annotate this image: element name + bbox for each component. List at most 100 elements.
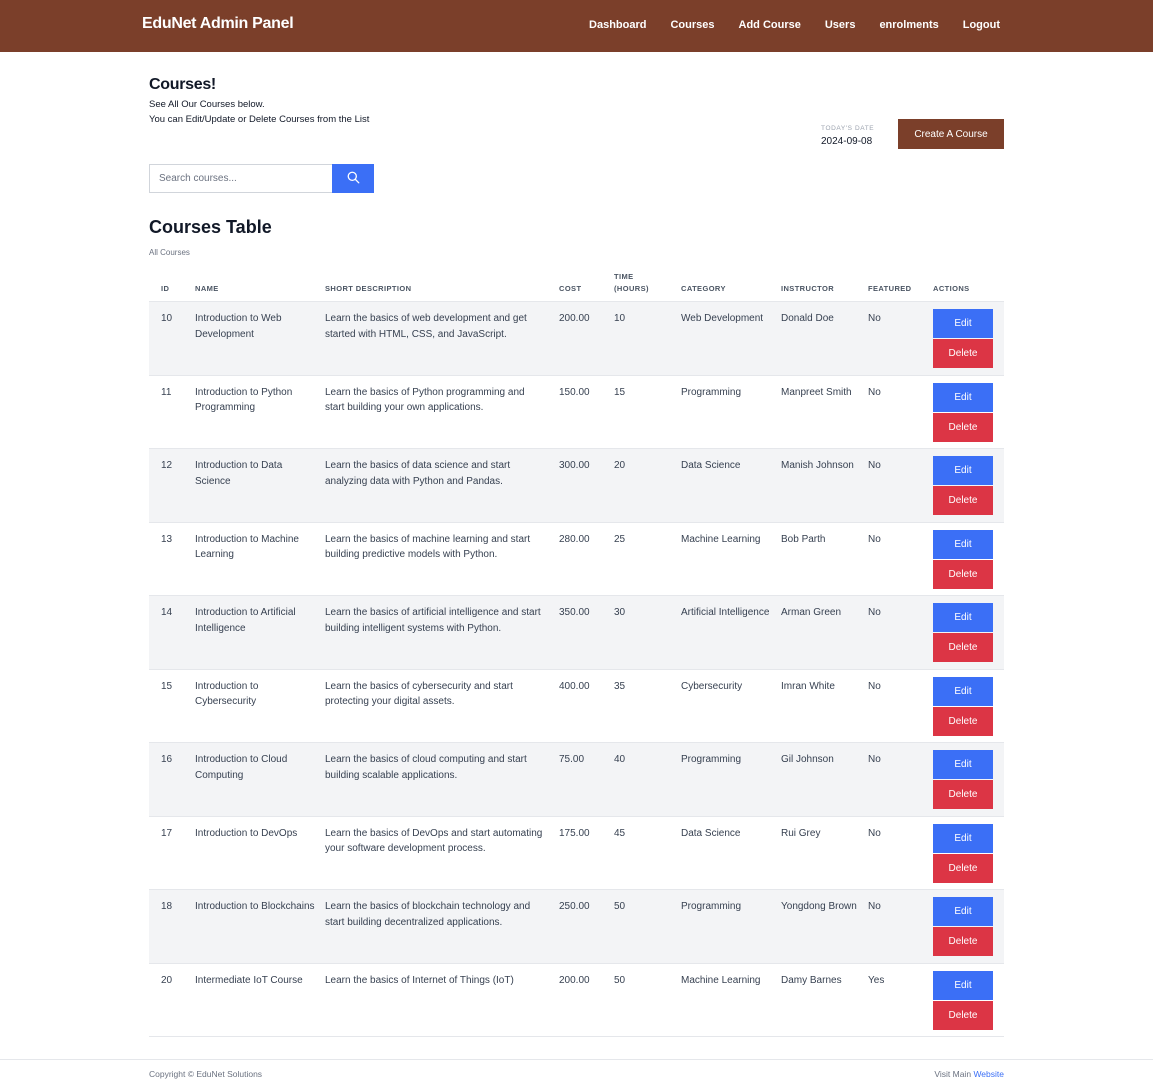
- table-row: 15 Introduction to Cybersecurity Learn t…: [149, 669, 1004, 743]
- table-row: 14 Introduction to Artificial Intelligen…: [149, 596, 1004, 670]
- cell-category: Programming: [681, 386, 742, 398]
- navbar: EduNet Admin Panel Dashboard Courses Add…: [0, 0, 1153, 52]
- cell-description: Learn the basics of DevOps and start aut…: [325, 827, 543, 855]
- footer-visit-text: Visit Main: [934, 1069, 972, 1079]
- cell-description: Learn the basics of Internet of Things (…: [325, 974, 514, 986]
- date-label: Today's Date: [821, 125, 875, 132]
- today-date: Today's Date 2024-09-08: [821, 125, 874, 147]
- delete-button[interactable]: Delete: [933, 780, 993, 809]
- table-row: 16 Introduction to Cloud Computing Learn…: [149, 743, 1004, 817]
- edit-button[interactable]: Edit: [933, 309, 993, 338]
- cell-description: Learn the basics of cloud computing and …: [325, 754, 527, 781]
- cell-cost: 200.00: [559, 313, 590, 324]
- edit-button[interactable]: Edit: [933, 676, 993, 706]
- cell-cost: 150.00: [559, 386, 590, 398]
- edit-button[interactable]: Edit: [933, 750, 993, 779]
- website-link[interactable]: Website: [973, 1069, 1004, 1079]
- nav-link-logout[interactable]: Logout: [963, 19, 1000, 31]
- brand-logo[interactable]: EduNet Admin Panel: [142, 15, 294, 33]
- delete-button[interactable]: Delete: [933, 633, 993, 662]
- cell-time: 45: [614, 827, 626, 839]
- cell-cost: 280.00: [559, 533, 590, 545]
- cell-id: 12: [161, 460, 173, 471]
- column-header-featured: Featured: [868, 284, 912, 293]
- delete-button[interactable]: Delete: [933, 1000, 993, 1030]
- cell-time: 15: [614, 386, 626, 398]
- date-value: 2024-09-08: [821, 136, 873, 147]
- cell-category: Machine Learning: [681, 974, 761, 986]
- delete-button[interactable]: Delete: [933, 853, 993, 883]
- nav-link-users[interactable]: Users: [825, 19, 856, 31]
- cell-name: Introduction to Cloud Computing: [195, 754, 288, 781]
- create-course-button[interactable]: Create A Course: [898, 119, 1004, 149]
- edit-button[interactable]: Edit: [933, 897, 993, 926]
- cell-instructor: Manish Johnson: [781, 460, 854, 471]
- cell-category: Artificial Intelligence: [681, 607, 770, 618]
- delete-button[interactable]: Delete: [933, 412, 993, 442]
- nav-link-dashboard[interactable]: Dashboard: [589, 19, 646, 31]
- cell-category: Data Science: [681, 460, 741, 471]
- cell-time: 35: [614, 680, 626, 692]
- cell-featured: No: [868, 460, 881, 471]
- cell-time: 40: [614, 754, 626, 765]
- cell-id: 10: [161, 313, 173, 324]
- column-header-id: ID: [161, 284, 170, 293]
- footer-divider: [0, 1059, 1153, 1060]
- cell-description: Learn the basics of cybersecurity and st…: [325, 680, 513, 708]
- edit-button[interactable]: Edit: [933, 382, 993, 412]
- cell-name: Intermediate IoT Course: [195, 974, 303, 986]
- cell-instructor: Damy Barnes: [781, 974, 842, 986]
- cell-description: Learn the basics of Python programming a…: [325, 386, 525, 414]
- nav-link-courses[interactable]: Courses: [670, 19, 714, 31]
- delete-button[interactable]: Delete: [933, 706, 993, 736]
- cell-featured: Yes: [868, 974, 885, 986]
- cell-instructor: Yongdong Brown: [781, 901, 857, 912]
- edit-button[interactable]: Edit: [933, 823, 993, 853]
- cell-name: Introduction to Blockchains: [195, 901, 315, 912]
- table-header: ID Name Short Description Cost Time (Hou…: [149, 272, 1004, 302]
- cell-category: Programming: [681, 901, 742, 912]
- cell-id: 11: [161, 386, 172, 398]
- nav-link-add-course[interactable]: Add Course: [739, 19, 801, 31]
- page-instructions: You can Edit/Update or Delete Courses fr…: [149, 114, 370, 125]
- table-row: 12 Introduction to Data Science Learn th…: [149, 449, 1004, 523]
- cell-description: Learn the basics of data science and sta…: [325, 460, 511, 487]
- column-header-cost: Cost: [559, 284, 582, 293]
- nav-link-enrolments[interactable]: enrolments: [879, 19, 938, 31]
- delete-button[interactable]: Delete: [933, 486, 993, 515]
- cell-name: Introduction to Cybersecurity: [195, 680, 259, 708]
- table-row: 17 Introduction to DevOps Learn the basi…: [149, 816, 1004, 890]
- cell-instructor: Donald Doe: [781, 313, 834, 324]
- nav-links: Dashboard Courses Add Course Users enrol…: [589, 19, 1000, 31]
- search-input[interactable]: [149, 164, 332, 193]
- cell-featured: No: [868, 607, 881, 618]
- cell-category: Machine Learning: [681, 533, 761, 545]
- table-body: 10 Introduction to Web Development Learn…: [149, 302, 1004, 1037]
- cell-name: Introduction to DevOps: [195, 827, 298, 839]
- cell-time: 10: [614, 313, 626, 324]
- delete-button[interactable]: Delete: [933, 559, 993, 589]
- edit-button[interactable]: Edit: [933, 970, 993, 1000]
- cell-name: Introduction to Artificial Intelligence: [195, 607, 296, 634]
- cell-instructor: Manpreet Smith: [781, 386, 852, 398]
- cell-instructor: Bob Parth: [781, 533, 826, 545]
- cell-name: Introduction to Data Science: [195, 460, 283, 487]
- cell-cost: 250.00: [559, 901, 590, 912]
- cell-featured: No: [868, 754, 881, 765]
- cell-id: 16: [161, 754, 173, 765]
- column-header-category: Category: [681, 284, 726, 293]
- edit-button[interactable]: Edit: [933, 456, 993, 485]
- delete-button[interactable]: Delete: [933, 927, 993, 956]
- cell-cost: 75.00: [559, 754, 585, 765]
- delete-button[interactable]: Delete: [933, 339, 993, 368]
- table-row: 18 Introduction to Blockchains Learn the…: [149, 890, 1004, 964]
- edit-button[interactable]: Edit: [933, 603, 993, 632]
- cell-name: Introduction to Python Programming: [195, 386, 293, 414]
- cell-id: 13: [161, 533, 173, 545]
- cell-description: Learn the basics of artificial intellige…: [325, 607, 541, 634]
- edit-button[interactable]: Edit: [933, 529, 993, 559]
- column-header-instructor: Instructor: [781, 284, 835, 293]
- cell-featured: No: [868, 313, 881, 324]
- search-button[interactable]: [332, 164, 374, 193]
- cell-cost: 400.00: [559, 680, 590, 692]
